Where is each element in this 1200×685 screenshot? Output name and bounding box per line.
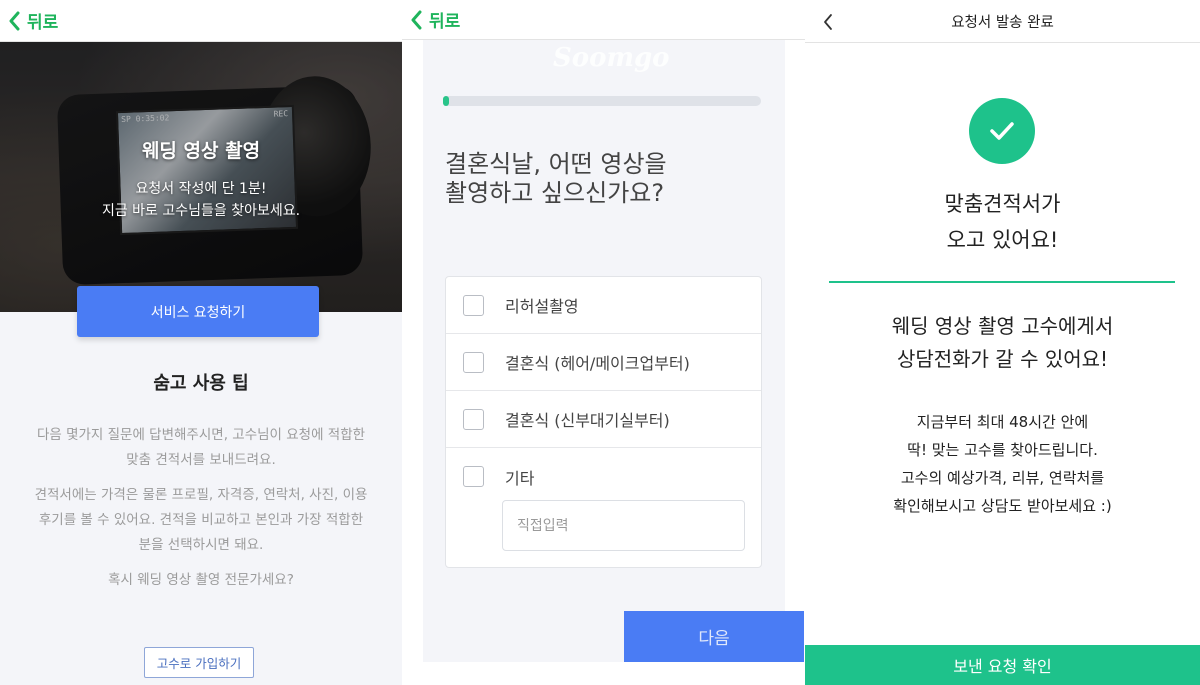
hero-subtitle-line2: 지금 바로 고수님들을 찾아보세요. <box>101 203 301 219</box>
top-bar: 요청서 발송 완료 <box>805 0 1200 43</box>
tip2-line2: 후기를 볼 수 있어요. 견적을 비교하고 본인과 가장 적합한 <box>38 512 364 528</box>
question-line2: 촬영하고 싶으신가요? <box>445 179 665 207</box>
tip1-line2: 맞춤 견적서를 보내드려요. <box>126 452 276 468</box>
service-intro-screen: 뒤로 SP 0:35:02 REC 웨딩 영상 촬영 요청서 작성에 단 1분!… <box>0 0 402 685</box>
back-label: 뒤로 <box>429 12 461 32</box>
page: 뒤로 SP 0:35:02 REC 웨딩 영상 촬영 요청서 작성에 단 1분!… <box>0 0 1200 685</box>
tip2-line1: 견적서에는 가격은 물론 프로필, 자격증, 연락처, 사진, 이용 <box>34 487 368 503</box>
progress-bar <box>443 96 761 106</box>
info-line4: 확인해보시고 상담도 받아보세요 :) <box>893 497 1112 515</box>
join-as-pro-button[interactable]: 고수로 가입하기 <box>144 647 254 678</box>
info-text: 지금부터 최대 48시간 안에 딱! 맞는 고수를 찾아드립니다. 고수의 예상… <box>805 408 1200 520</box>
option-label: 결혼식 (헤어/메이크업부터) <box>505 354 690 373</box>
hero-subtitle-line1: 요청서 작성에 단 1분! <box>135 181 267 197</box>
tip-paragraph-1: 다음 몇가지 질문에 답변해주시면, 고수님이 요청에 적합한 맞춤 견적서를 … <box>10 423 392 473</box>
checkbox[interactable] <box>463 294 484 316</box>
option-ceremony-bridal-room[interactable]: 결혼식 (신부대기실부터) <box>446 391 761 448</box>
header-title: 요청서 발송 완료 <box>951 14 1054 31</box>
tip-paragraph-2: 견적서에는 가격은 물론 프로필, 자격증, 연락처, 사진, 이용 후기를 볼… <box>10 483 392 558</box>
back-button[interactable]: 뒤로 <box>0 8 58 33</box>
chevron-left-icon <box>9 11 20 30</box>
checkbox[interactable] <box>463 466 484 487</box>
top-bar: 뒤로 <box>402 0 805 40</box>
tips-title: 숨고 사용 팁 <box>153 373 249 394</box>
call-message: 웨딩 영상 촬영 고수에게서 상담전화가 갈 수 있어요! <box>805 310 1200 376</box>
chevron-left-icon[interactable] <box>821 12 835 32</box>
checkmark-icon <box>990 122 1014 140</box>
next-button[interactable]: 다음 <box>624 611 804 662</box>
tip2-line3: 분을 선택하시면 돼요. <box>138 537 264 553</box>
question-screen: 뒤로 Soomgo 결혼식날, 어떤 영상을 촬영하고 싶으신가요? 리허설촬영… <box>402 0 805 685</box>
request-sent-screen: 요청서 발송 완료 맞춤견적서가 오고 있어요! 웨딩 영상 촬영 고수에게서 … <box>805 0 1200 685</box>
option-label: 리허설촬영 <box>505 297 579 316</box>
info-line1: 지금부터 최대 48시간 안에 <box>916 413 1089 431</box>
info-line3: 고수의 예상가격, 리뷰, 연락처를 <box>900 469 1105 487</box>
direct-input-field[interactable] <box>502 500 745 551</box>
options-list: 리허설촬영 결혼식 (헤어/메이크업부터) 결혼식 (신부대기실부터) 기타 <box>445 276 762 568</box>
logo-watermark: Soomgo <box>553 43 670 73</box>
option-label: 결혼식 (신부대기실부터) <box>505 411 670 430</box>
top-bar: 뒤로 <box>0 0 402 42</box>
option-other[interactable]: 기타 <box>446 448 761 505</box>
hero-banner: SP 0:35:02 REC 웨딩 영상 촬영 요청서 작성에 단 1분! 지금… <box>0 42 402 312</box>
tip1-line1: 다음 몇가지 질문에 답변해주시면, 고수님이 요청에 적합한 <box>36 427 366 443</box>
hero-overlay <box>0 42 402 312</box>
question-line1: 결혼식날, 어떤 영상을 <box>445 150 667 178</box>
done-line1: 맞춤견적서가 <box>944 192 1061 216</box>
chevron-left-icon <box>411 10 422 29</box>
question-card-area: Soomgo 결혼식날, 어떤 영상을 촬영하고 싶으신가요? 리허설촬영 결혼… <box>423 40 804 662</box>
checkbox[interactable] <box>463 351 484 373</box>
done-line2: 오고 있어요! <box>946 228 1059 252</box>
hero-title: 웨딩 영상 촬영 <box>141 140 261 162</box>
request-service-button[interactable]: 서비스 요청하기 <box>77 286 319 337</box>
success-badge <box>969 98 1035 164</box>
info-line2: 딱! 맞는 고수를 찾아드립니다. <box>907 441 1098 459</box>
view-sent-requests-button[interactable]: 보낸 요청 확인 <box>805 645 1200 685</box>
divider <box>829 281 1175 283</box>
back-label: 뒤로 <box>27 13 59 33</box>
progress-fill <box>443 96 450 106</box>
done-title: 맞춤견적서가 오고 있어요! <box>805 186 1200 258</box>
option-label: 기타 <box>505 468 535 488</box>
question-title: 결혼식날, 어떤 영상을 촬영하고 싶으신가요? <box>445 150 765 208</box>
checkbox[interactable] <box>463 408 484 430</box>
option-rehearsal[interactable]: 리허설촬영 <box>446 277 761 334</box>
tip-paragraph-3: 혹시 웨딩 영상 촬영 전문가세요? <box>108 572 294 588</box>
option-ceremony-hair-makeup[interactable]: 결혼식 (헤어/메이크업부터) <box>446 334 761 391</box>
back-button[interactable]: 뒤로 <box>402 7 460 32</box>
msg-line2: 상담전화가 갈 수 있어요! <box>896 347 1109 371</box>
hero-subtitle: 요청서 작성에 단 1분! 지금 바로 고수님들을 찾아보세요. <box>0 178 402 222</box>
msg-line1: 웨딩 영상 촬영 고수에게서 <box>891 314 1114 338</box>
